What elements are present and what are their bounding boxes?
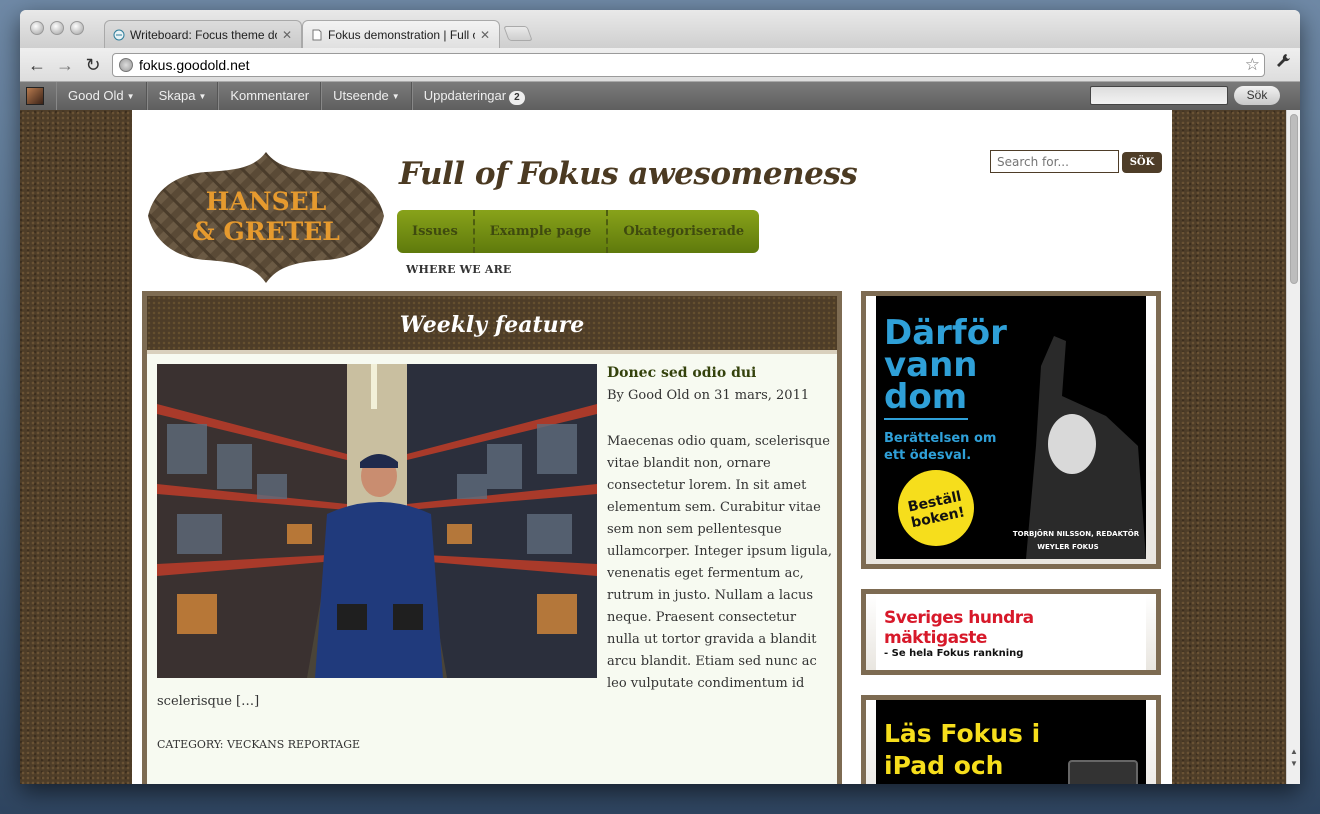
- tab-title: Writeboard: Focus theme doc: [130, 27, 277, 42]
- adminbar-item-utseende[interactable]: Utseende ▼: [321, 82, 412, 110]
- adminbar-item-label: Good Old: [68, 88, 124, 103]
- tab-strip: Writeboard: Focus theme doc ✕ Fokus demo…: [20, 10, 1300, 48]
- address-bar[interactable]: fokus.goodold.net ☆: [112, 53, 1265, 77]
- adminbar-item-kommentarer[interactable]: Kommentarer: [218, 82, 322, 110]
- new-tab-button[interactable]: [503, 26, 533, 41]
- adminbar-item-label: Utseende: [333, 88, 389, 103]
- scrollbar-thumb[interactable]: [1290, 114, 1298, 284]
- post-category: CATEGORY: VECKANS REPORTAGE: [157, 738, 361, 751]
- logo-text-line1: HANSEL: [206, 187, 327, 216]
- url-text: fokus.goodold.net: [139, 57, 250, 73]
- ad2-subtitle: - Se hela Fokus rankning: [884, 648, 1024, 659]
- nav-item-okategoriserade[interactable]: Okategoriserade: [608, 210, 759, 253]
- window-controls: [30, 21, 84, 35]
- adminbar-search-input[interactable]: [1090, 86, 1228, 105]
- writeboard-favicon-icon: [113, 29, 125, 40]
- nav-item-issues[interactable]: Issues: [397, 210, 475, 253]
- post-byline: By Good Old on 31 mars, 2011: [607, 388, 810, 403]
- subnav-where-we-are[interactable]: WHERE WE ARE: [406, 263, 512, 276]
- adminbar-item-good-old[interactable]: Good Old ▼: [56, 82, 147, 110]
- page-viewport: HANSEL & GRETEL Full of Fokus awesomenes…: [20, 110, 1286, 784]
- adminbar-item-uppdateringar[interactable]: Uppdateringar 2: [411, 82, 536, 110]
- ad-sveriges-hundra[interactable]: Sveriges hundra mäktigaste - Se hela Fok…: [861, 589, 1161, 675]
- caret-down-icon: ▼: [198, 91, 207, 101]
- nav-item-example-page[interactable]: Example page: [475, 210, 609, 253]
- ad1-subtitle: ett ödesval.: [884, 448, 971, 463]
- site-title[interactable]: Full of Fokus awesomeness: [399, 156, 858, 192]
- tab-fokus-demo[interactable]: Fokus demonstration | Full o ✕: [302, 20, 500, 48]
- close-tab-icon[interactable]: ✕: [479, 28, 491, 42]
- wrench-icon[interactable]: [1276, 53, 1292, 74]
- forward-arrow-icon[interactable]: →: [54, 54, 76, 76]
- ad1-subtitle: Berättelsen om: [884, 431, 996, 446]
- site-search-button[interactable]: SÖK: [1122, 152, 1162, 173]
- page-favicon-icon: [312, 29, 322, 40]
- ad1-credit: TORBJÖRN NILSSON, REDAKTÖR: [1013, 529, 1140, 538]
- wp-admin-bar: Good Old ▼ Skapa ▼ Kommentarer Utseende ▼ U…: [20, 82, 1300, 110]
- ad1-publisher: WEYLER FOKUS: [1037, 543, 1098, 551]
- weekly-feature-box: Weekly feature Donec sed odio dui By Goo…: [142, 291, 842, 784]
- site-logo[interactable]: HANSEL & GRETEL: [146, 150, 386, 285]
- scroll-down-arrow-icon[interactable]: ▼: [1287, 759, 1300, 768]
- ad-darfor-vann-dom[interactable]: Därför vann dom Berättelsen om ett ödesv…: [861, 291, 1161, 569]
- page-scrollbar[interactable]: ▲ ▼: [1286, 110, 1300, 784]
- adminbar-item-label: Uppdateringar: [423, 88, 507, 103]
- back-arrow-icon[interactable]: ←: [26, 54, 48, 76]
- zoom-window-button[interactable]: [70, 21, 84, 35]
- tab-title: Fokus demonstration | Full o: [328, 27, 475, 42]
- logo-text-line2: & GRETEL: [192, 217, 340, 246]
- globe-icon: [119, 58, 133, 72]
- site-page: HANSEL & GRETEL Full of Fokus awesomenes…: [132, 110, 1172, 784]
- caret-down-icon: ▼: [391, 91, 400, 101]
- updates-count-badge: 2: [509, 91, 525, 105]
- adminbar-search-button[interactable]: Sök: [1234, 86, 1280, 105]
- bookmark-star-icon[interactable]: ☆: [1245, 55, 1260, 75]
- adminbar-item-label: Skapa: [158, 88, 196, 103]
- ad-las-fokus-ipad[interactable]: Läs Fokus i iPad och: [861, 695, 1161, 784]
- minimize-window-button[interactable]: [50, 21, 64, 35]
- main-nav: Issues Example page Okategoriserade: [397, 210, 760, 253]
- adminbar-item-label: Kommentarer: [230, 88, 310, 103]
- caret-down-icon: ▼: [126, 91, 135, 101]
- scroll-up-arrow-icon[interactable]: ▲: [1287, 747, 1300, 756]
- post-excerpt-end[interactable]: scelerisque […]: [157, 694, 259, 709]
- browser-window: Writeboard: Focus theme doc ✕ Fokus demo…: [20, 10, 1300, 784]
- site-search-input[interactable]: [990, 150, 1119, 173]
- ad2-headline: Sveriges hundra mäktigaste: [884, 608, 1034, 648]
- close-window-button[interactable]: [30, 21, 44, 35]
- close-tab-icon[interactable]: ✕: [281, 28, 293, 42]
- post-excerpt: Maecenas odio quam, scelerisque vitae bl…: [607, 434, 832, 691]
- feature-photo[interactable]: [157, 364, 597, 678]
- tab-writeboard[interactable]: Writeboard: Focus theme doc ✕: [104, 20, 302, 48]
- ipad-image: [1068, 760, 1138, 784]
- ad1-headline: dom: [884, 377, 967, 417]
- avatar[interactable]: [26, 87, 44, 105]
- ad3-headline: Läs Fokus i: [884, 719, 1041, 748]
- adminbar-item-skapa[interactable]: Skapa ▼: [146, 82, 219, 110]
- browser-toolbar: ← → ↻ fokus.goodold.net ☆: [20, 48, 1300, 82]
- post-title[interactable]: Donec sed odio dui: [607, 365, 756, 381]
- feature-heading: Weekly feature: [147, 296, 837, 354]
- reload-icon[interactable]: ↻: [82, 54, 104, 76]
